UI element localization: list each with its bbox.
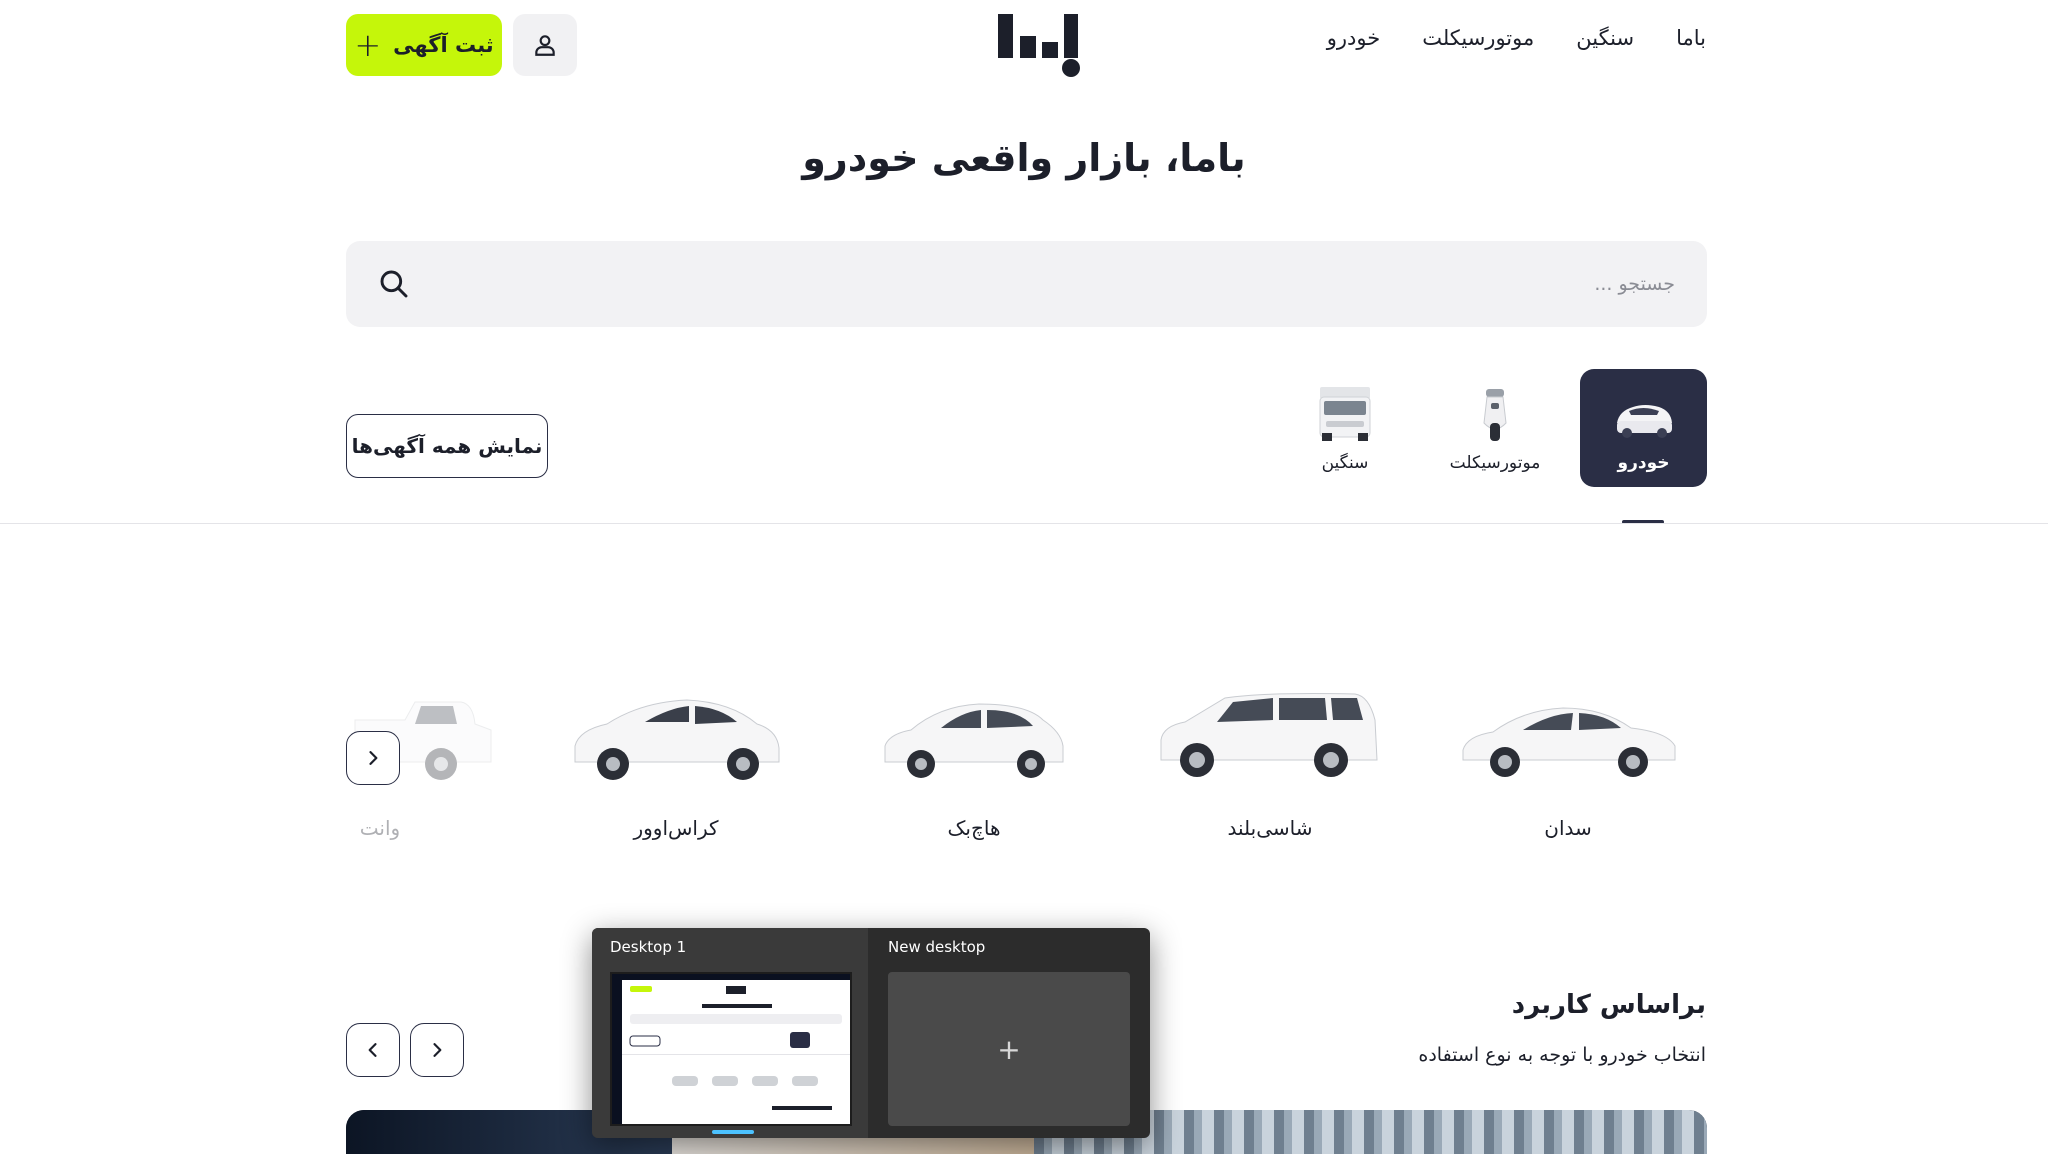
sedan-car-image	[1462, 707, 1676, 777]
post-ad-button[interactable]: ثبت آگهی +	[346, 14, 502, 76]
nav-motorcycle[interactable]: موتورسیکلت	[1422, 26, 1534, 50]
body-type-crossover[interactable]: کراس‌اوور	[556, 680, 796, 850]
body-type-label: وانت	[359, 816, 401, 840]
nav-bama[interactable]: باما	[1676, 26, 1706, 50]
header: خودرو موتورسیکلت سنگین باما ثبت آگهی +	[0, 0, 2048, 95]
body-type-label: سدان	[1544, 816, 1592, 840]
user-account-button[interactable]	[513, 14, 577, 76]
search-icon[interactable]	[378, 268, 410, 300]
section-next-button[interactable]	[410, 1023, 464, 1077]
category-label-motorcycle: موتورسیکلت	[1449, 453, 1541, 473]
body-type-label: کراس‌اوور	[633, 816, 719, 840]
chevron-right-icon	[433, 1043, 442, 1057]
chevron-left-icon	[368, 1043, 377, 1057]
search-bar	[346, 241, 1707, 327]
desktop-1-thumbnail[interactable]	[610, 972, 852, 1126]
body-type-hatchback[interactable]: هاچ‌بک	[854, 680, 1094, 850]
search-input[interactable]	[475, 241, 1675, 327]
suv-car-image	[1160, 693, 1378, 777]
motorcycle-category-icon	[1483, 389, 1507, 441]
desktop-thumbnail-page	[622, 980, 850, 1124]
category-tab-motorcycle[interactable]: موتورسیکلت	[1440, 369, 1550, 487]
plus-icon: +	[997, 1032, 1021, 1066]
body-type-sedan[interactable]: سدان	[1448, 680, 1688, 850]
body-type-suv[interactable]: شاسی‌بلند	[1150, 680, 1390, 850]
category-tab-heavy[interactable]: سنگین	[1290, 369, 1400, 487]
crossover-car-image	[574, 699, 780, 780]
user-icon	[535, 35, 555, 56]
category-tab-car[interactable]: خودرو	[1580, 369, 1707, 487]
main-nav: خودرو موتورسیکلت سنگین باما	[1327, 26, 1706, 50]
carousel-prev-button[interactable]	[346, 731, 400, 785]
category-label-car: خودرو	[1617, 453, 1670, 473]
post-ad-label: ثبت آگهی	[393, 33, 494, 57]
chevron-right-icon	[369, 751, 378, 765]
plus-icon: +	[354, 26, 382, 64]
task-view-popup: Desktop 1 New desktop +	[592, 928, 1150, 1138]
section-prev-button[interactable]	[346, 1023, 400, 1077]
page-title: باما، بازار واقعی خودرو	[802, 136, 1246, 180]
hatchback-car-image	[884, 703, 1064, 778]
car-category-icon	[1616, 405, 1672, 438]
show-all-ads-button[interactable]: نمایش همه آگهی‌ها	[346, 414, 548, 478]
nav-car[interactable]: خودرو	[1327, 26, 1380, 50]
body-type-label: شاسی‌بلند	[1227, 816, 1313, 840]
desktop-1-label: Desktop 1	[610, 938, 687, 956]
bama-logo[interactable]	[996, 14, 1080, 78]
new-desktop-label: New desktop	[888, 938, 986, 956]
desktop-1-card[interactable]: Desktop 1	[592, 928, 868, 1138]
section-subtitle: انتخاب خودرو با توجه به نوع استفاده	[1418, 1044, 1706, 1066]
active-desktop-indicator	[712, 1130, 754, 1134]
new-desktop-button[interactable]: +	[888, 972, 1130, 1126]
body-type-label: هاچ‌بک	[947, 816, 1001, 840]
truck-category-icon	[1319, 387, 1371, 441]
nav-heavy[interactable]: سنگین	[1576, 26, 1634, 50]
category-label-heavy: سنگین	[1321, 453, 1369, 473]
section-divider	[0, 523, 2048, 524]
section-title: براساس کاربرد	[1511, 990, 1706, 1020]
thumbnail-preview-image	[622, 986, 850, 1110]
